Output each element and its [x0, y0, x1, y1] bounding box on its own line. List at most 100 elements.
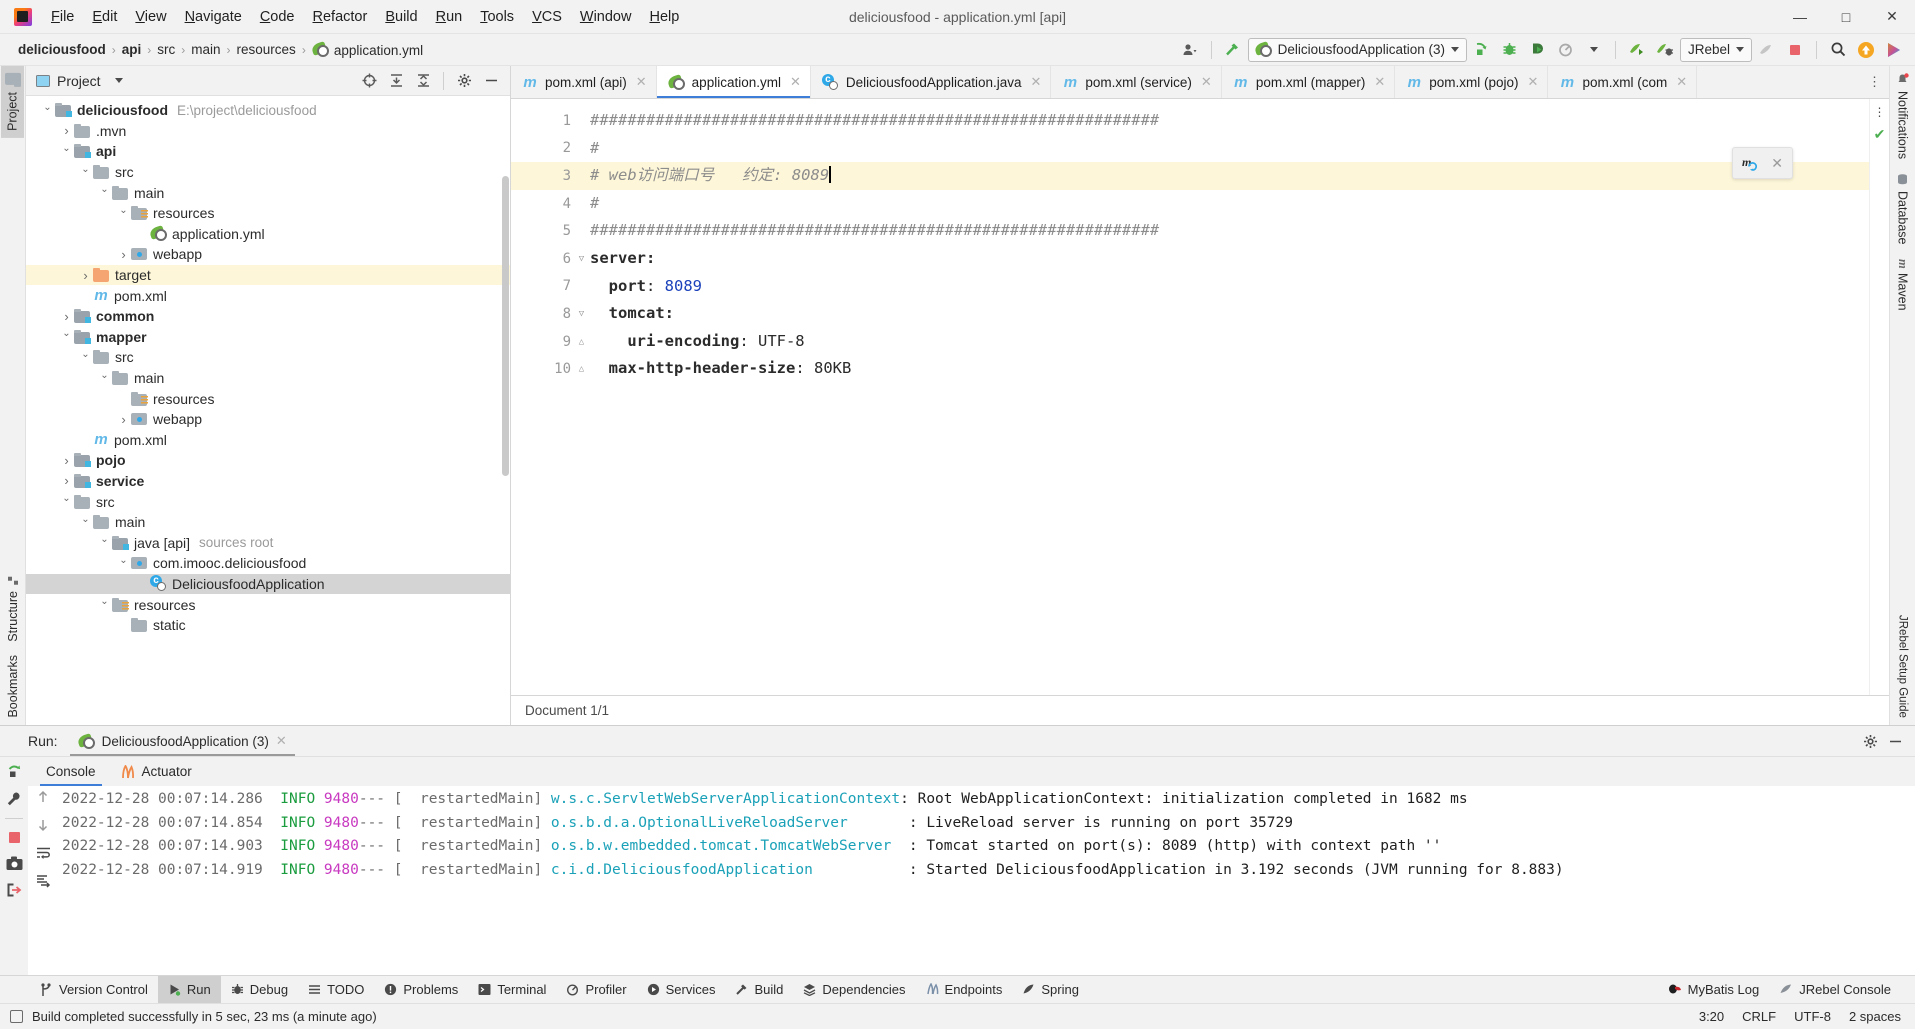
- menu-item-vcs[interactable]: VCS: [523, 5, 571, 29]
- code-line-1[interactable]: ########################################…: [583, 107, 1869, 135]
- tool-window-profiler[interactable]: Profiler: [556, 976, 636, 1003]
- indent-setting[interactable]: 2 spaces: [1849, 1009, 1901, 1024]
- sidebar-item-maven[interactable]: m Maven: [1892, 252, 1913, 318]
- tree-node-application-yml[interactable]: application.yml: [26, 224, 510, 245]
- tree-node-api[interactable]: api: [26, 141, 510, 162]
- close-icon[interactable]: ✕: [1771, 155, 1783, 172]
- tree-expander-icon[interactable]: [116, 247, 131, 262]
- tree-expander-icon[interactable]: [78, 517, 93, 528]
- scroll-up-icon[interactable]: [36, 790, 50, 804]
- code-line-9[interactable]: uri-encoding: UTF-8: [583, 328, 1869, 356]
- code-line-2[interactable]: #: [583, 135, 1869, 163]
- tree-expander-icon[interactable]: [40, 105, 55, 116]
- menu-item-window[interactable]: Window: [571, 5, 641, 29]
- tree-node--mvn[interactable]: .mvn: [26, 121, 510, 142]
- gutter-line-5[interactable]: 5: [511, 217, 583, 245]
- tool-window-run[interactable]: Run: [157, 976, 221, 1003]
- code-line-5[interactable]: ########################################…: [583, 217, 1869, 245]
- breadcrumb-item-resources[interactable]: resources: [233, 41, 300, 58]
- tool-window-spring[interactable]: Spring: [1012, 976, 1089, 1003]
- breadcrumb-item-main[interactable]: main: [187, 41, 224, 58]
- tree-expander-icon[interactable]: [78, 167, 93, 178]
- tree-node-static[interactable]: static: [26, 615, 510, 636]
- gutter-line-2[interactable]: 2: [511, 135, 583, 163]
- tree-expander-icon[interactable]: [59, 496, 74, 507]
- tree-expander-icon[interactable]: [59, 123, 74, 138]
- line-separator[interactable]: CRLF: [1742, 1009, 1776, 1024]
- close-icon[interactable]: ✕: [1030, 74, 1041, 90]
- tree-expander-icon[interactable]: [97, 187, 112, 198]
- maven-reload-icon[interactable]: m: [1742, 155, 1761, 172]
- close-icon[interactable]: ✕: [276, 733, 287, 749]
- tree-expander-icon[interactable]: [78, 352, 93, 363]
- menu-item-file[interactable]: File: [42, 5, 83, 29]
- screenshot-icon[interactable]: [6, 856, 23, 871]
- gutter-line-1[interactable]: 1: [511, 107, 583, 135]
- gutter-line-10[interactable]: 10 △: [511, 355, 584, 383]
- console-tab-console[interactable]: Console: [34, 757, 108, 786]
- tool-window-mybatis-log[interactable]: MyBatis Log: [1658, 979, 1770, 1000]
- tree-node-service[interactable]: service: [26, 471, 510, 492]
- tree-expander-icon[interactable]: [59, 146, 74, 157]
- code-line-10[interactable]: max-http-header-size: 80KB: [583, 355, 1869, 383]
- editor-tab-pom-xml--mapper-[interactable]: m pom.xml (mapper) ✕: [1222, 66, 1396, 98]
- hide-panel-icon[interactable]: [478, 69, 504, 93]
- code-line-7[interactable]: port: 8089: [583, 273, 1869, 301]
- tree-node-src[interactable]: src: [26, 491, 510, 512]
- gutter-line-9[interactable]: 9 △: [511, 328, 585, 356]
- scroll-to-end-icon[interactable]: [36, 874, 51, 888]
- tool-window-terminal[interactable]: Terminal: [468, 976, 556, 1003]
- close-icon[interactable]: ✕: [1676, 74, 1687, 90]
- tool-window-endpoints[interactable]: Endpoints: [916, 976, 1013, 1003]
- tool-window-version-control[interactable]: Version Control: [30, 976, 158, 1003]
- tree-node-webapp[interactable]: webapp: [26, 244, 510, 265]
- search-icon[interactable]: [1825, 38, 1851, 62]
- tool-window-debug[interactable]: Debug: [221, 976, 298, 1003]
- collapse-all-icon[interactable]: [410, 69, 436, 93]
- menu-item-run[interactable]: Run: [427, 5, 472, 29]
- tree-expander-icon[interactable]: [59, 309, 74, 324]
- tree-node-java--api-[interactable]: java [api] sources root: [26, 532, 510, 553]
- editor-gutter[interactable]: 1 2 3 4 5 6 ▽ 7 8 ▽ 9 △ 10 △: [511, 99, 585, 695]
- tree-node-resources[interactable]: resources: [26, 388, 510, 409]
- gutter-line-8[interactable]: 8 ▽: [511, 300, 585, 328]
- tool-window-services[interactable]: Services: [637, 976, 726, 1003]
- code-line-6[interactable]: server:: [583, 245, 1869, 273]
- caret-position[interactable]: 3:20: [1699, 1009, 1724, 1024]
- sidebar-item-notifications[interactable]: Notifications: [1893, 66, 1913, 166]
- jrebel-debug-icon[interactable]: [1652, 38, 1678, 62]
- jrebel-run-icon[interactable]: [1624, 38, 1650, 62]
- breadcrumb-item-deliciousfood[interactable]: deliciousfood: [14, 41, 110, 58]
- editor-tab-application-yml[interactable]: application.yml ✕: [656, 66, 811, 98]
- code-area[interactable]: ########################################…: [583, 99, 1869, 695]
- tool-window-problems[interactable]: Problems: [374, 976, 468, 1003]
- menu-item-view[interactable]: View: [126, 5, 175, 29]
- jrebel-disabled-icon[interactable]: [1754, 38, 1780, 62]
- close-icon[interactable]: ✕: [1201, 74, 1212, 90]
- more-actions-icon[interactable]: ⋮: [1874, 105, 1886, 119]
- run-button[interactable]: [1469, 38, 1495, 62]
- gutter-line-3[interactable]: 3: [511, 162, 583, 190]
- tree-node-main[interactable]: main: [26, 182, 510, 203]
- tree-node-com-imooc-deliciousfood[interactable]: com.imooc.deliciousfood: [26, 553, 510, 574]
- editor-tab-deliciousfoodapplication-java[interactable]: DeliciousfoodApplication.java ✕: [811, 66, 1052, 98]
- editor-tab-pom-xml--com[interactable]: m pom.xml (com ✕: [1548, 66, 1698, 98]
- code-line-3[interactable]: # web访问端口号 约定: 8089: [583, 162, 1869, 190]
- tree-node-resources[interactable]: resources: [26, 203, 510, 224]
- hide-panel-icon[interactable]: [1888, 734, 1903, 749]
- tree-scrollbar[interactable]: [502, 176, 509, 476]
- tree-node-main[interactable]: main: [26, 512, 510, 533]
- menu-item-tools[interactable]: Tools: [471, 5, 523, 29]
- close-icon[interactable]: ✕: [1374, 74, 1385, 90]
- menu-item-help[interactable]: Help: [640, 5, 688, 29]
- tree-expander-icon[interactable]: [116, 412, 131, 427]
- sidebar-item-structure[interactable]: Structure: [3, 568, 23, 649]
- tab-list-menu-icon[interactable]: ⋮: [1860, 66, 1889, 98]
- tree-node-main[interactable]: main: [26, 368, 510, 389]
- tree-expander-icon[interactable]: [97, 373, 112, 384]
- chevron-down-icon[interactable]: [1581, 38, 1607, 62]
- editor-tab-pom-xml--api-[interactable]: m pom.xml (api) ✕: [511, 66, 657, 98]
- tree-node-src[interactable]: src: [26, 162, 510, 183]
- code-line-4[interactable]: #: [583, 190, 1869, 218]
- jrebel-selector[interactable]: JRebel: [1679, 37, 1752, 62]
